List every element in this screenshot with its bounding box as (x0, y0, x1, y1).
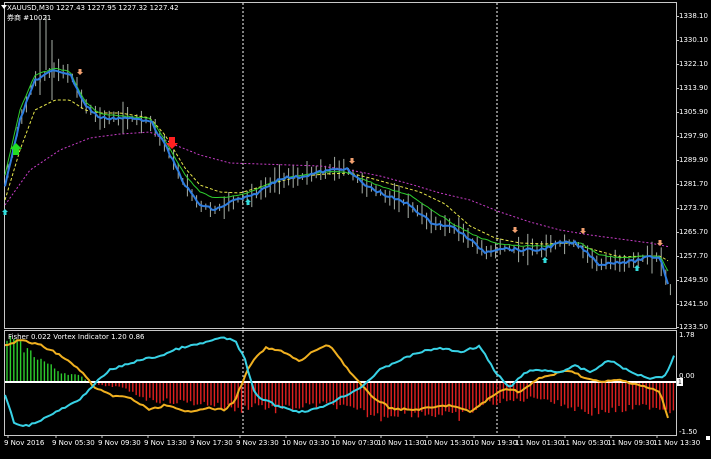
price-axis-label: 1330.10 (679, 36, 708, 44)
price-axis-label: 1338.10 (679, 12, 708, 20)
indicator-axis-label: 1 (678, 379, 682, 386)
price-axis-label: 1265.70 (679, 228, 708, 236)
time-axis-label: 10 Nov 11:30 (377, 439, 425, 447)
price-axis-label: 1313.90 (679, 84, 708, 92)
time-axis-label: 10 Nov 19:30 (470, 439, 518, 447)
time-axis-label: 10 Nov 15:30 (423, 439, 471, 447)
price-axis-label: 1281.70 (679, 180, 708, 188)
time-axis-label: 9 Nov 23:30 (236, 439, 279, 447)
symbol-header: XAUUSD,M30 1227.43 1227.95 1227.32 1227.… (7, 4, 179, 12)
time-axis-label: 10 Nov 07:30 (331, 439, 379, 447)
price-axis-label: 1249.50 (679, 276, 708, 284)
price-axis-label: 1289.90 (679, 156, 708, 164)
price-axis-label: 1305.90 (679, 108, 708, 116)
chart-shift-marker[interactable] (706, 436, 710, 440)
time-axis-label: 10 Nov 03:30 (282, 439, 330, 447)
time-axis-label: 9 Nov 05:30 (52, 439, 95, 447)
time-axis-label: 11 Nov 05:30 (561, 439, 609, 447)
price-axis-label: 1241.50 (679, 300, 708, 308)
indicator-axis-label: 1.78 (679, 331, 695, 339)
time-axis-label: 9 Nov 13:30 (144, 439, 187, 447)
price-axis-label: 1297.90 (679, 132, 708, 140)
chart-canvas[interactable] (0, 0, 711, 459)
time-axis-label: 9 Nov 2016 (4, 439, 45, 447)
time-axis-label: 9 Nov 17:30 (190, 439, 233, 447)
time-axis-label: 11 Nov 13:30 (653, 439, 701, 447)
time-axis-label: 11 Nov 01:30 (515, 439, 563, 447)
time-axis-label: 9 Nov 09:30 (98, 439, 141, 447)
account-header: 券商 #10021 (7, 14, 52, 22)
price-axis-label: 1322.10 (679, 60, 708, 68)
indicator-axis-label: -1.50 (679, 428, 698, 436)
price-axis-label: 1257.70 (679, 252, 708, 260)
indicator-header: Fisher 0.022 Vortex Indicator 1.20 0.86 (8, 333, 145, 341)
time-axis-label: 11 Nov 09:30 (607, 439, 655, 447)
price-axis-label: 1273.70 (679, 204, 708, 212)
